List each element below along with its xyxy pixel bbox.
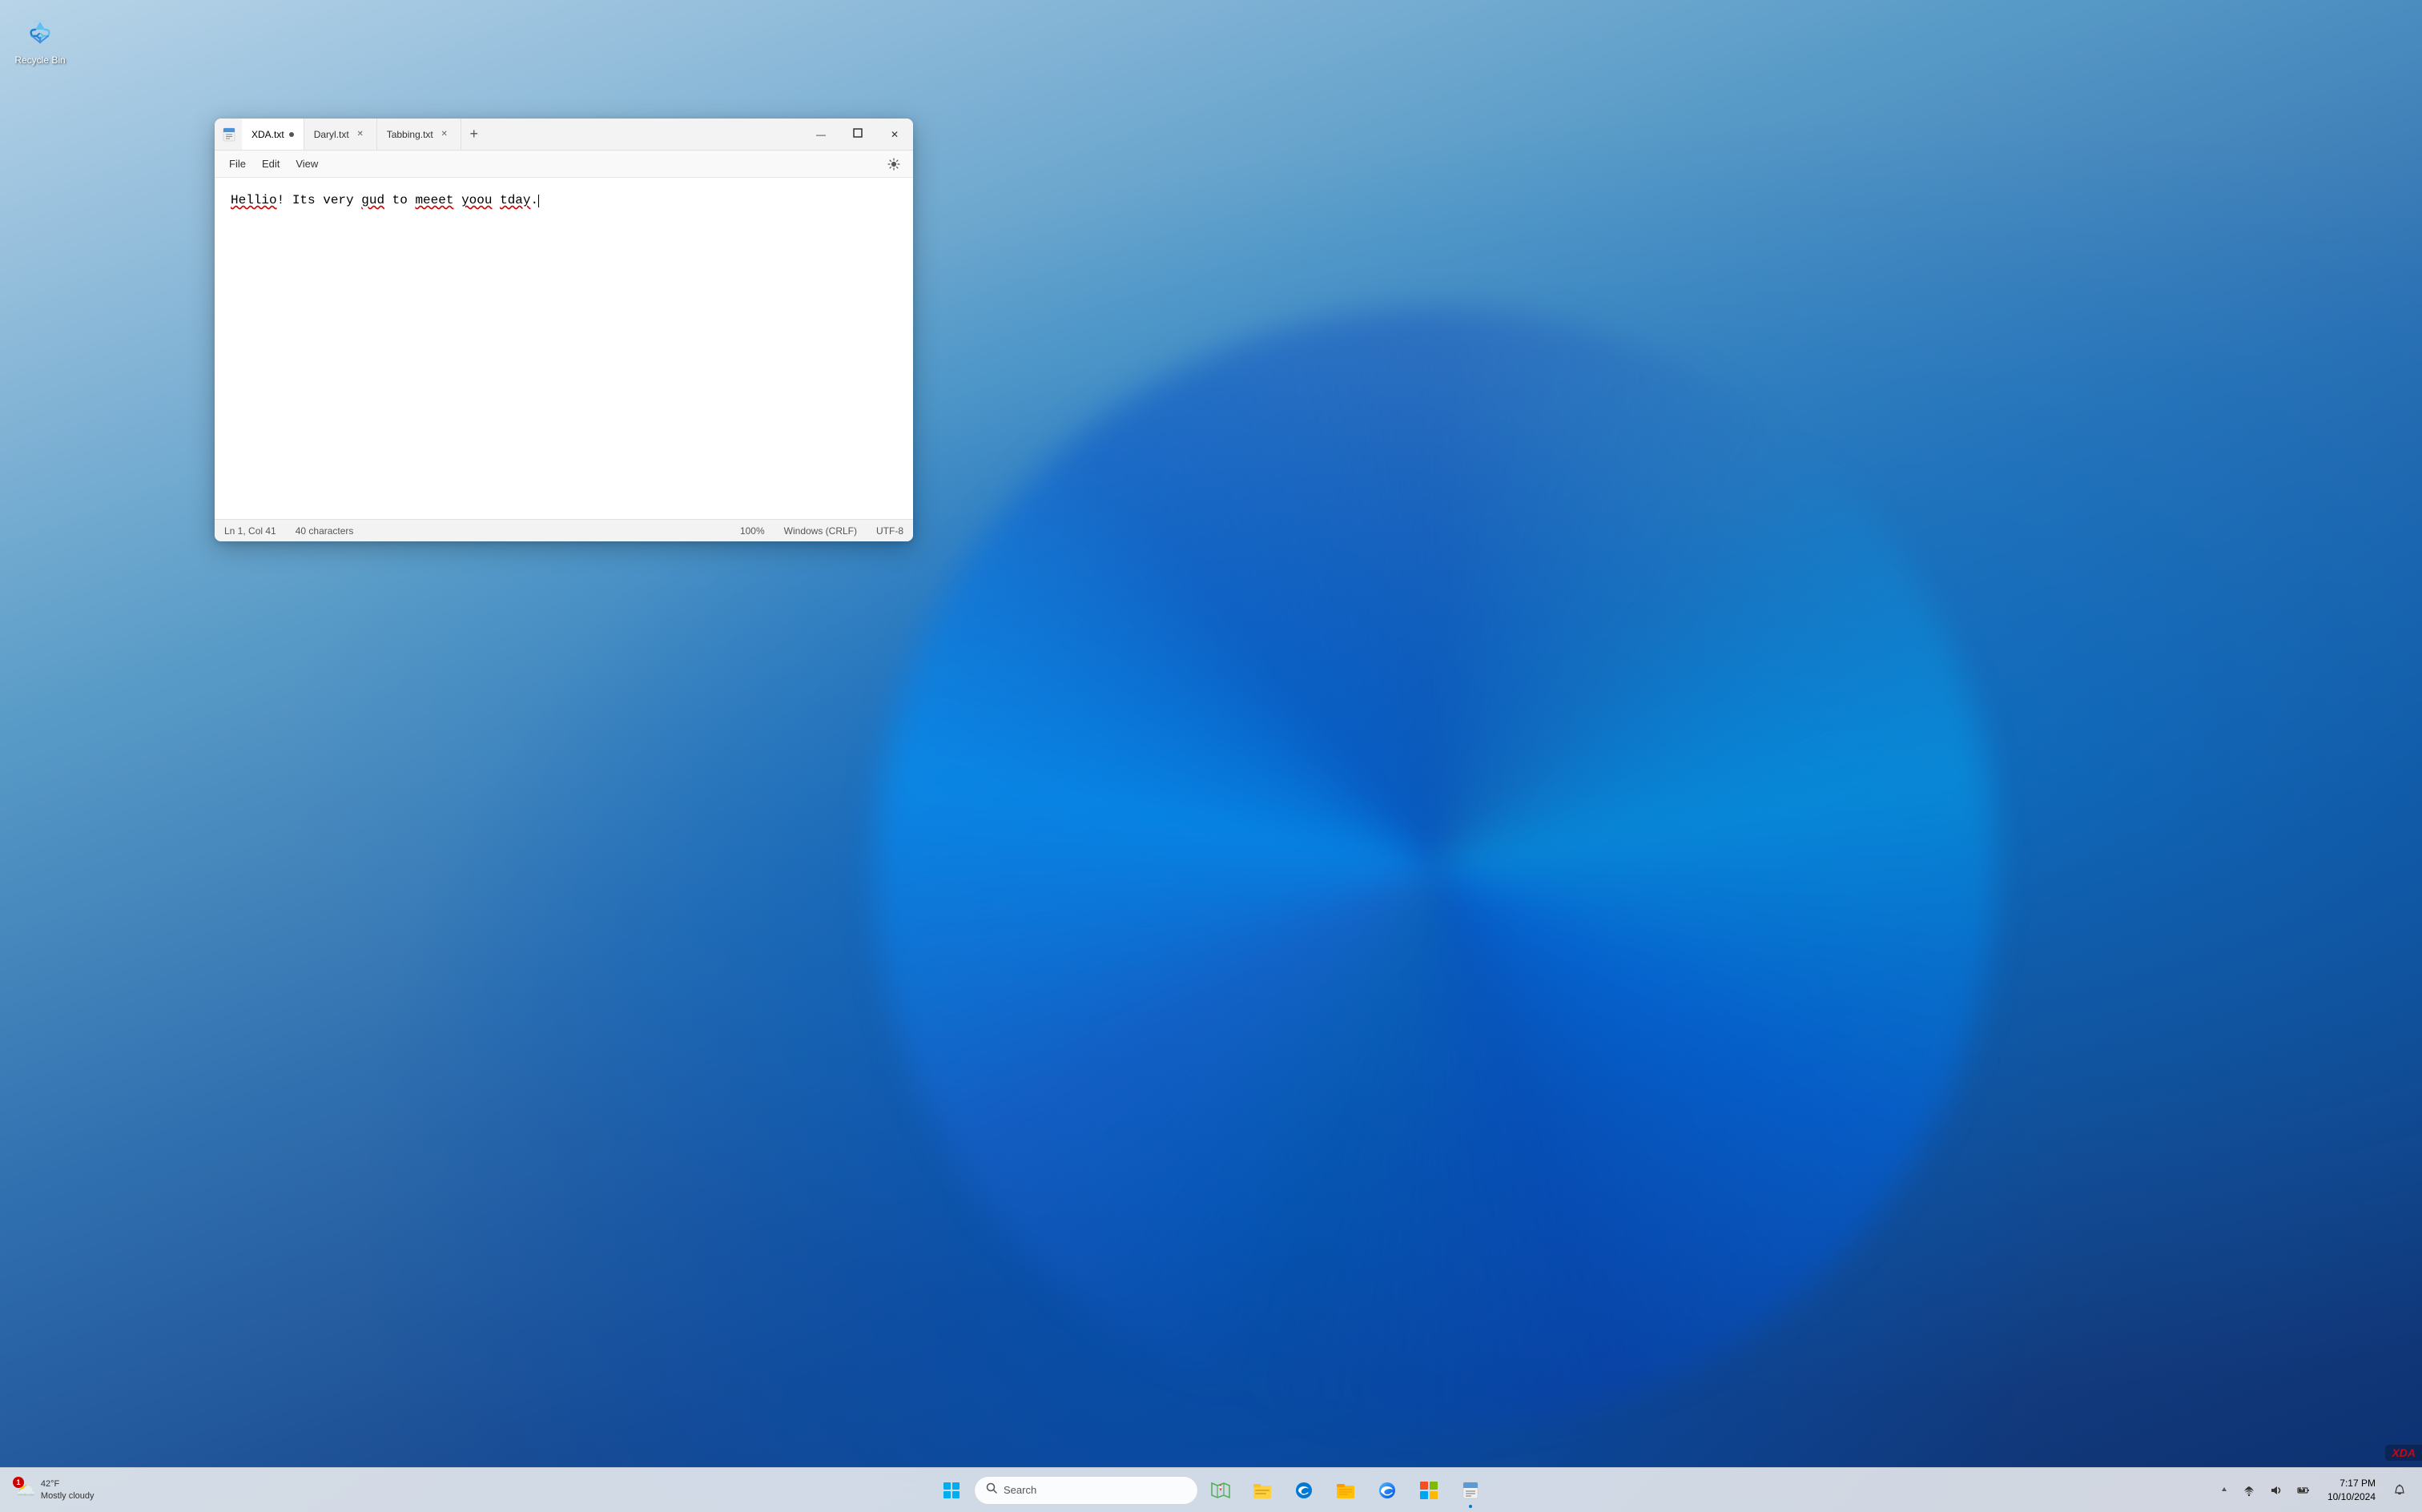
xda-watermark: XDA	[2385, 1445, 2422, 1461]
maximize-button[interactable]	[839, 119, 876, 150]
show-hidden-icons[interactable]	[2217, 1482, 2231, 1498]
taskbar-right: 7:17 PM 10/10/2024	[2217, 1468, 2412, 1512]
battery-icon[interactable]	[2291, 1476, 2316, 1505]
menu-bar: File Edit View	[215, 151, 913, 178]
taskbar-edge[interactable]	[1368, 1471, 1406, 1510]
volume-icon[interactable]	[2263, 1476, 2289, 1505]
tab-tabbing-close[interactable]: ✕	[438, 128, 451, 141]
editor-content[interactable]: Hellio! Its very gud to meeet yoou tday.	[231, 191, 897, 210]
weather-widget[interactable]: 🌥️ 1 42°F Mostly cloudy	[10, 1475, 101, 1505]
title-bar: XDA.txt Daryl.txt ✕ Tabbing.txt ✕ +	[215, 119, 913, 151]
tab-daryl-label: Daryl.txt	[314, 129, 349, 140]
desktop: Recycle Bin XDA.txt	[0, 0, 2422, 1512]
recycle-bin-image	[21, 13, 59, 51]
tab-tabbing-label: Tabbing.txt	[387, 129, 433, 140]
status-bar: Ln 1, Col 41 40 characters 100% Windows …	[215, 519, 913, 541]
taskbar: 🌥️ 1 42°F Mostly cloudy	[0, 1467, 2422, 1512]
taskbar-ms-store[interactable]	[1410, 1471, 1448, 1510]
minimize-button[interactable]: —	[803, 119, 839, 150]
word-tday: tday	[500, 193, 530, 207]
menu-file[interactable]: File	[221, 155, 254, 173]
notepad-window: XDA.txt Daryl.txt ✕ Tabbing.txt ✕ +	[215, 119, 913, 541]
tab-xda-modified-dot	[289, 132, 294, 137]
taskbar-file-explorer-alt[interactable]	[1243, 1471, 1281, 1510]
notification-button[interactable]	[2387, 1476, 2412, 1505]
minimize-icon: —	[816, 129, 826, 140]
text-period: .	[531, 193, 539, 207]
search-label: Search	[1004, 1484, 1036, 1496]
tab-tabbing[interactable]: Tabbing.txt ✕	[377, 119, 461, 150]
add-tab-button[interactable]: +	[461, 119, 487, 150]
encoding: UTF-8	[876, 525, 903, 537]
clock-date: 10/10/2024	[2327, 1490, 2376, 1504]
taskbar-left: 🌥️ 1 42°F Mostly cloudy	[10, 1468, 101, 1512]
tabs-container: XDA.txt Daryl.txt ✕ Tabbing.txt ✕ +	[242, 119, 803, 150]
weather-condition: Mostly cloudy	[41, 1490, 95, 1502]
maximize-icon	[853, 128, 863, 140]
background-bloom	[875, 308, 1996, 1429]
taskbar-maps[interactable]	[1201, 1471, 1240, 1510]
close-button[interactable]: ✕	[876, 119, 913, 150]
cursor-position: Ln 1, Col 41	[224, 525, 276, 537]
zoom-level: 100%	[740, 525, 765, 537]
word-meeet: meeet	[415, 193, 453, 207]
tab-xda-label: XDA.txt	[251, 129, 284, 140]
close-icon: ✕	[891, 129, 899, 140]
clock-time: 7:17 PM	[2327, 1477, 2376, 1490]
tab-xda[interactable]: XDA.txt	[242, 119, 304, 150]
editor-area[interactable]: Hellio! Its very gud to meeet yoou tday.	[215, 178, 913, 519]
settings-button[interactable]	[881, 153, 907, 175]
weather-temp: 42°F	[41, 1478, 95, 1490]
search-icon	[986, 1482, 997, 1498]
tab-daryl[interactable]: Daryl.txt ✕	[304, 119, 377, 150]
weather-badge: 1	[13, 1477, 24, 1488]
window-controls: — ✕	[803, 119, 913, 150]
recycle-bin-label: Recycle Bin	[14, 54, 65, 66]
menu-edit[interactable]: Edit	[254, 155, 288, 173]
word-gud: gud	[361, 193, 384, 207]
text-cursor	[538, 195, 539, 207]
tab-daryl-close[interactable]: ✕	[354, 128, 367, 141]
start-button[interactable]	[932, 1471, 971, 1510]
char-count: 40 characters	[296, 525, 354, 537]
search-bar[interactable]: Search	[974, 1476, 1198, 1505]
recycle-bin-icon[interactable]: Recycle Bin	[8, 8, 72, 70]
notepad-app-icon	[221, 127, 237, 143]
text-segment-1: ! Its very	[277, 193, 362, 207]
taskbar-clock[interactable]: 7:17 PM 10/10/2024	[2321, 1474, 2382, 1507]
add-tab-icon: +	[469, 126, 478, 143]
taskbar-edge-alt[interactable]	[1285, 1471, 1323, 1510]
system-tray-icons	[2236, 1476, 2316, 1505]
taskbar-notepad[interactable]	[1451, 1471, 1490, 1510]
menu-view[interactable]: View	[288, 155, 326, 173]
taskbar-file-manager[interactable]	[1326, 1471, 1365, 1510]
network-icon[interactable]	[2236, 1476, 2262, 1505]
word-yoou: yoou	[461, 193, 492, 207]
taskbar-center: Search	[932, 1471, 1490, 1510]
text-segment-3	[453, 193, 461, 207]
text-segment-4	[492, 193, 500, 207]
word-hellio: Hellio	[231, 193, 277, 207]
line-ending: Windows (CRLF)	[784, 525, 857, 537]
weather-info: 42°F Mostly cloudy	[41, 1478, 95, 1502]
text-segment-2: to	[384, 193, 415, 207]
